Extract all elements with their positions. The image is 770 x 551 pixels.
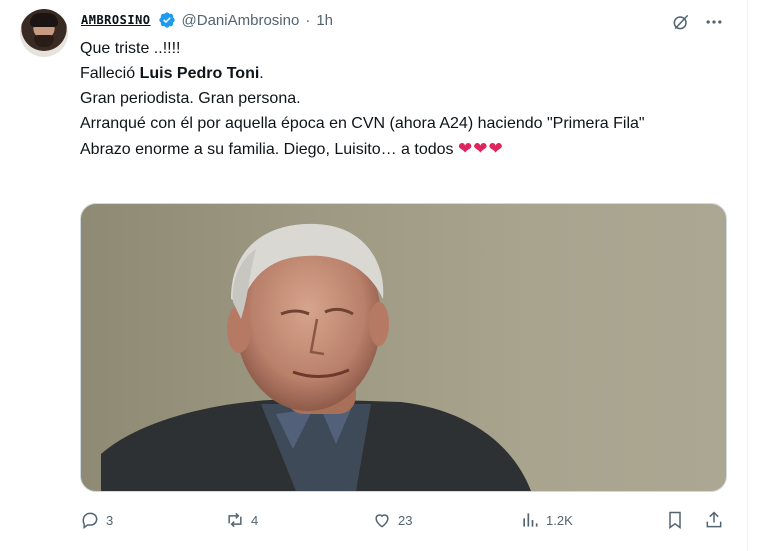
- views-button[interactable]: 1.2K: [520, 508, 573, 532]
- tweet-line-1: Que triste ..!!!!: [80, 40, 181, 57]
- tweet-media-image[interactable]: [80, 203, 727, 492]
- grok-icon[interactable]: [668, 9, 694, 35]
- tweet-card[interactable]: AMBROSINO @DaniAmbrosino · 1h Que triste…: [0, 0, 748, 551]
- tweet-line-5: Abrazo enorme a su familia. Diego, Luisi…: [80, 136, 730, 162]
- tweet-line-3: Gran periodista. Gran persona.: [80, 90, 301, 107]
- like-count: 23: [398, 512, 413, 528]
- heart-icon: [375, 514, 389, 528]
- tweet-line-2: Falleció Luis Pedro Toni.: [80, 61, 730, 86]
- tweet-line-4: Arranqué con él por aquella época en CVN…: [80, 115, 645, 132]
- like-button[interactable]: 23: [372, 508, 412, 532]
- bookmark-icon: [669, 511, 681, 529]
- avatar-beard: [34, 35, 54, 47]
- verified-badge-icon: [158, 12, 175, 28]
- share-button[interactable]: [704, 508, 724, 532]
- tweet-line-2-prefix: Falleció: [80, 65, 140, 82]
- timestamp[interactable]: 1h: [316, 12, 333, 29]
- reply-count: 3: [106, 512, 114, 528]
- heart-emojis: ❤❤❤: [457, 139, 504, 158]
- tweet-line-2-suffix: .: [259, 65, 264, 82]
- more-options-icon[interactable]: [701, 9, 727, 35]
- reply-icon: [82, 512, 98, 529]
- tweet-header: AMBROSINO @DaniAmbrosino · 1h: [80, 10, 333, 30]
- repost-count: 4: [251, 512, 259, 528]
- display-name[interactable]: AMBROSINO: [80, 13, 152, 27]
- tweet-text: Que triste ..!!!! Falleció Luis Pedro To…: [80, 36, 730, 162]
- user-handle[interactable]: @DaniAmbrosino: [182, 12, 300, 29]
- tweet-line-2-name: Luis Pedro Toni: [139, 65, 260, 82]
- view-count: 1.2K: [546, 512, 573, 528]
- repost-icon: [228, 512, 242, 528]
- tweet-line-5-text: Abrazo enorme a su familia. Diego, Luisi…: [80, 141, 454, 158]
- views-chart-icon: [523, 513, 538, 527]
- repost-button[interactable]: 4: [225, 508, 258, 532]
- tweet-actions-bar: 3 4 23 1.2K: [80, 508, 730, 532]
- bookmark-button[interactable]: [665, 508, 685, 532]
- separator-dot: ·: [305, 11, 311, 29]
- portrait-photo: [101, 223, 531, 491]
- share-icon: [706, 511, 722, 528]
- avatar-hair: [30, 13, 58, 27]
- reply-button[interactable]: 3: [80, 508, 113, 532]
- avatar[interactable]: [20, 9, 68, 57]
